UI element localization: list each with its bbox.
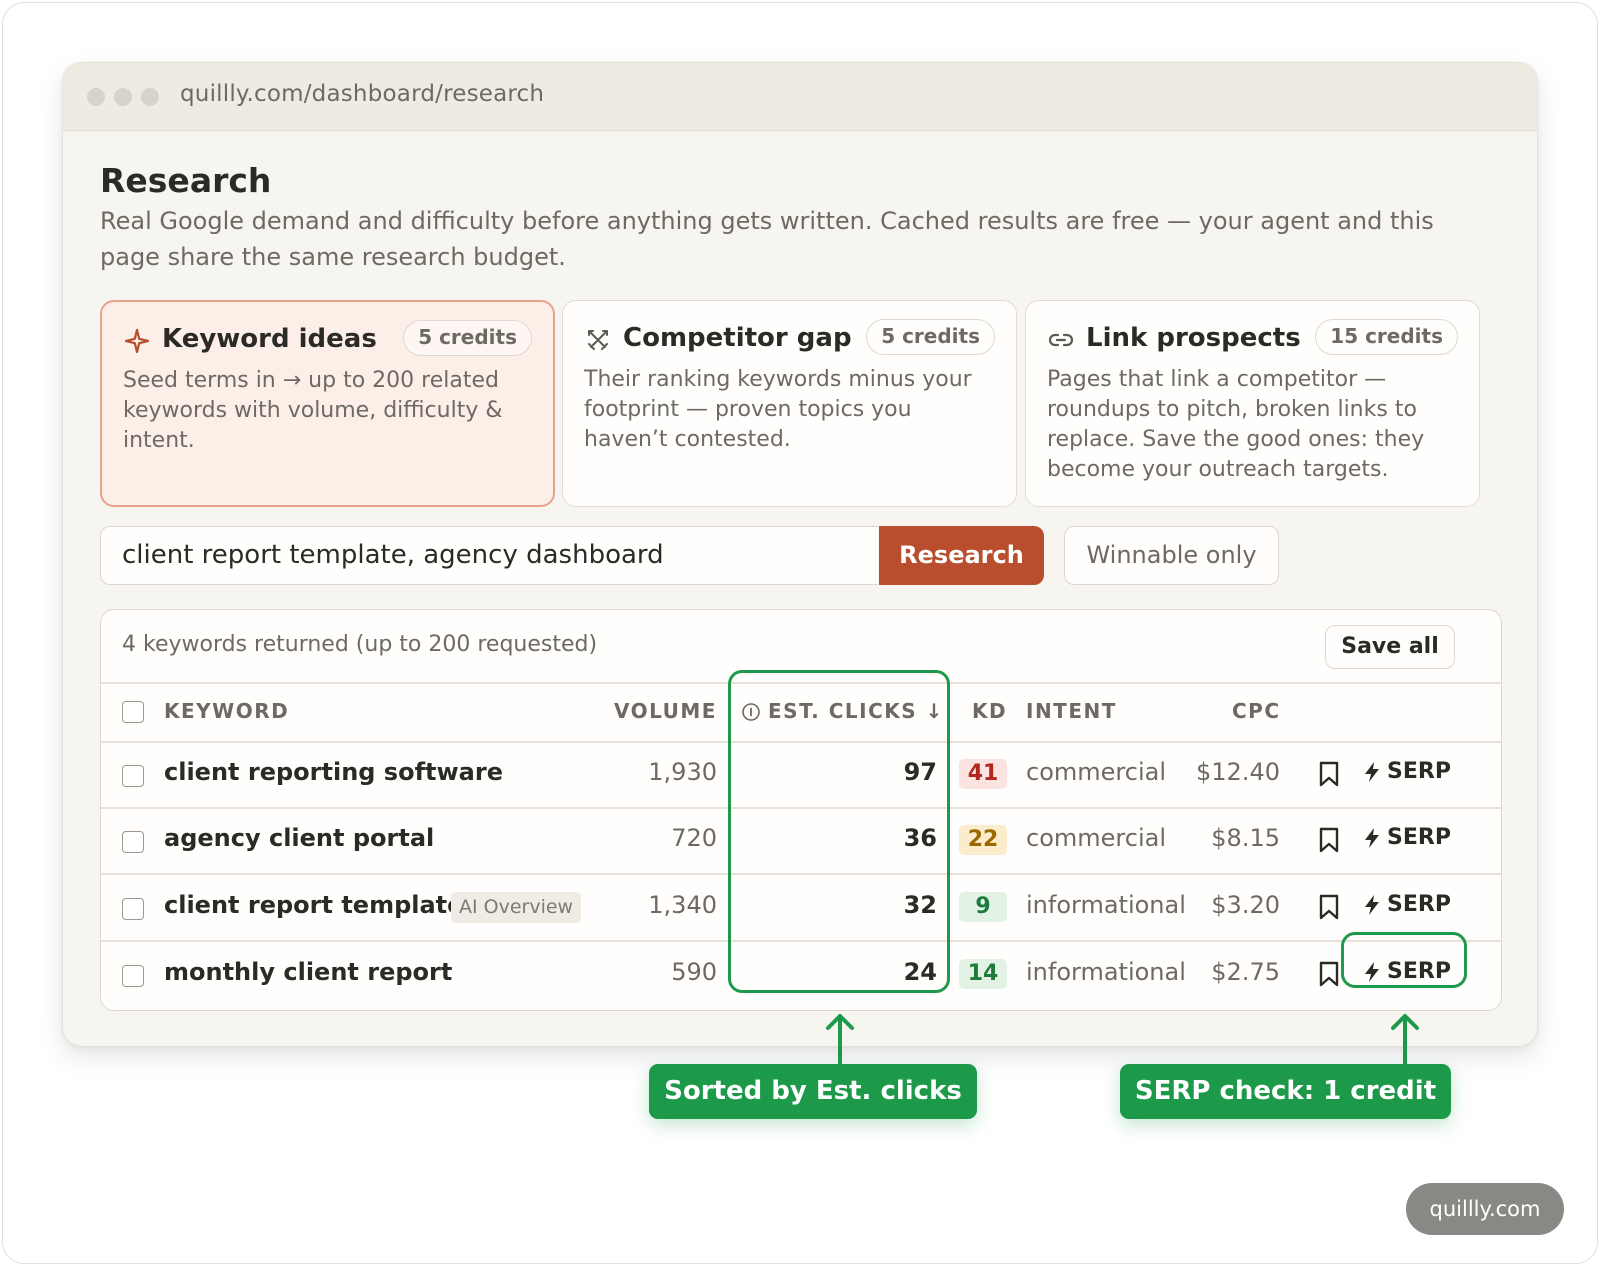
sparkle-icon: [124, 328, 150, 354]
column-header-volume[interactable]: VOLUME: [614, 699, 717, 723]
card-description: Seed terms in → up to 200 related keywor…: [123, 368, 503, 453]
keyword-cell: client report template: [164, 891, 464, 919]
credits-badge: 15 credits: [1315, 319, 1458, 355]
bolt-icon: [1365, 828, 1379, 848]
keyword-search-input[interactable]: client report template, agency dashboard: [100, 526, 878, 585]
window-close-dot[interactable]: [87, 88, 105, 106]
column-header-keyword[interactable]: KEYWORD: [164, 699, 289, 723]
volume-cell: 1,930: [648, 758, 717, 786]
browser-titlebar: quillly.com/dashboard/research: [63, 63, 1537, 131]
row-checkbox[interactable]: [122, 898, 144, 920]
cpc-cell: $8.15: [1211, 824, 1280, 852]
bookmark-icon[interactable]: [1318, 761, 1340, 787]
callout-sorted-by-clicks: Sorted by Est. clicks: [649, 1064, 977, 1119]
serp-check-button[interactable]: SERP: [1361, 755, 1461, 789]
credits-badge: 5 credits: [403, 320, 532, 356]
card-description: Their ranking keywords minus your footpr…: [584, 367, 972, 452]
card-title: Link prospects: [1086, 323, 1301, 353]
serp-check-button[interactable]: SERP: [1361, 821, 1461, 855]
bolt-icon: [1365, 762, 1379, 782]
bookmark-icon[interactable]: [1318, 961, 1340, 987]
row-checkbox[interactable]: [122, 831, 144, 853]
volume-cell: 590: [671, 958, 717, 986]
bookmark-icon[interactable]: [1318, 827, 1340, 853]
page-description: Real Google demand and difficulty before…: [100, 207, 1434, 271]
card-link-prospects[interactable]: Link prospects 15 credits Pages that lin…: [1025, 300, 1480, 507]
keyword-cell: client reporting software: [164, 758, 503, 786]
volume-cell: 720: [671, 824, 717, 852]
kd-badge: 22: [959, 825, 1007, 855]
research-button[interactable]: Research: [879, 526, 1044, 585]
kd-badge: 41: [959, 759, 1007, 789]
serp-label: SERP: [1387, 825, 1451, 850]
cpc-cell: $3.20: [1211, 891, 1280, 919]
swords-icon: [588, 330, 608, 350]
kd-badge: 14: [959, 959, 1007, 989]
intent-cell: informational: [1026, 891, 1186, 919]
serp-label: SERP: [1387, 892, 1451, 917]
card-competitor-gap[interactable]: Competitor gap 5 credits Their ranking k…: [562, 300, 1017, 507]
keyword-cell: monthly client report: [164, 958, 453, 986]
serp-check-button[interactable]: SERP: [1361, 888, 1461, 922]
column-header-intent[interactable]: INTENT: [1026, 699, 1117, 723]
page-title: Research: [100, 161, 272, 200]
card-description: Pages that link a competitor — roundups …: [1047, 367, 1425, 482]
bookmark-icon[interactable]: [1318, 894, 1340, 920]
watermark: quillly.com: [1406, 1183, 1564, 1235]
callout-serp-credit: SERP check: 1 credit: [1120, 1064, 1451, 1119]
cpc-cell: $12.40: [1196, 758, 1280, 786]
intent-cell: commercial: [1026, 758, 1166, 786]
serp-label: SERP: [1387, 759, 1451, 784]
serp-button-highlight: [1341, 932, 1467, 988]
cpc-cell: $2.75: [1211, 958, 1280, 986]
row-checkbox[interactable]: [122, 965, 144, 987]
volume-cell: 1,340: [648, 891, 717, 919]
arrow-up-icon: [1391, 1014, 1419, 1066]
bolt-icon: [1365, 895, 1379, 915]
window-zoom-dot[interactable]: [141, 88, 159, 106]
results-summary: 4 keywords returned (up to 200 requested…: [122, 632, 598, 657]
save-all-button[interactable]: Save all: [1325, 625, 1455, 669]
window-minimize-dot[interactable]: [114, 88, 132, 106]
kd-badge: 9: [959, 892, 1007, 922]
winnable-only-toggle[interactable]: Winnable only: [1064, 526, 1279, 585]
est-clicks-column-highlight: [728, 670, 950, 993]
keyword-cell: agency client portal: [164, 824, 435, 852]
intent-cell: informational: [1026, 958, 1186, 986]
column-header-cpc[interactable]: CPC: [1232, 699, 1281, 723]
ai-overview-badge: AI Overview: [451, 892, 582, 923]
address-bar-url[interactable]: quillly.com/dashboard/research: [180, 81, 544, 107]
card-title: Keyword ideas: [162, 324, 377, 354]
card-keyword-ideas[interactable]: Keyword ideas 5 credits Seed terms in → …: [100, 300, 555, 507]
row-checkbox[interactable]: [122, 765, 144, 787]
select-all-checkbox[interactable]: [122, 701, 144, 723]
link-icon: [1048, 333, 1074, 347]
card-title: Competitor gap: [623, 323, 852, 353]
column-header-kd[interactable]: KD: [972, 699, 1007, 723]
arrow-up-icon: [826, 1014, 854, 1066]
credits-badge: 5 credits: [866, 319, 995, 355]
intent-cell: commercial: [1026, 824, 1166, 852]
